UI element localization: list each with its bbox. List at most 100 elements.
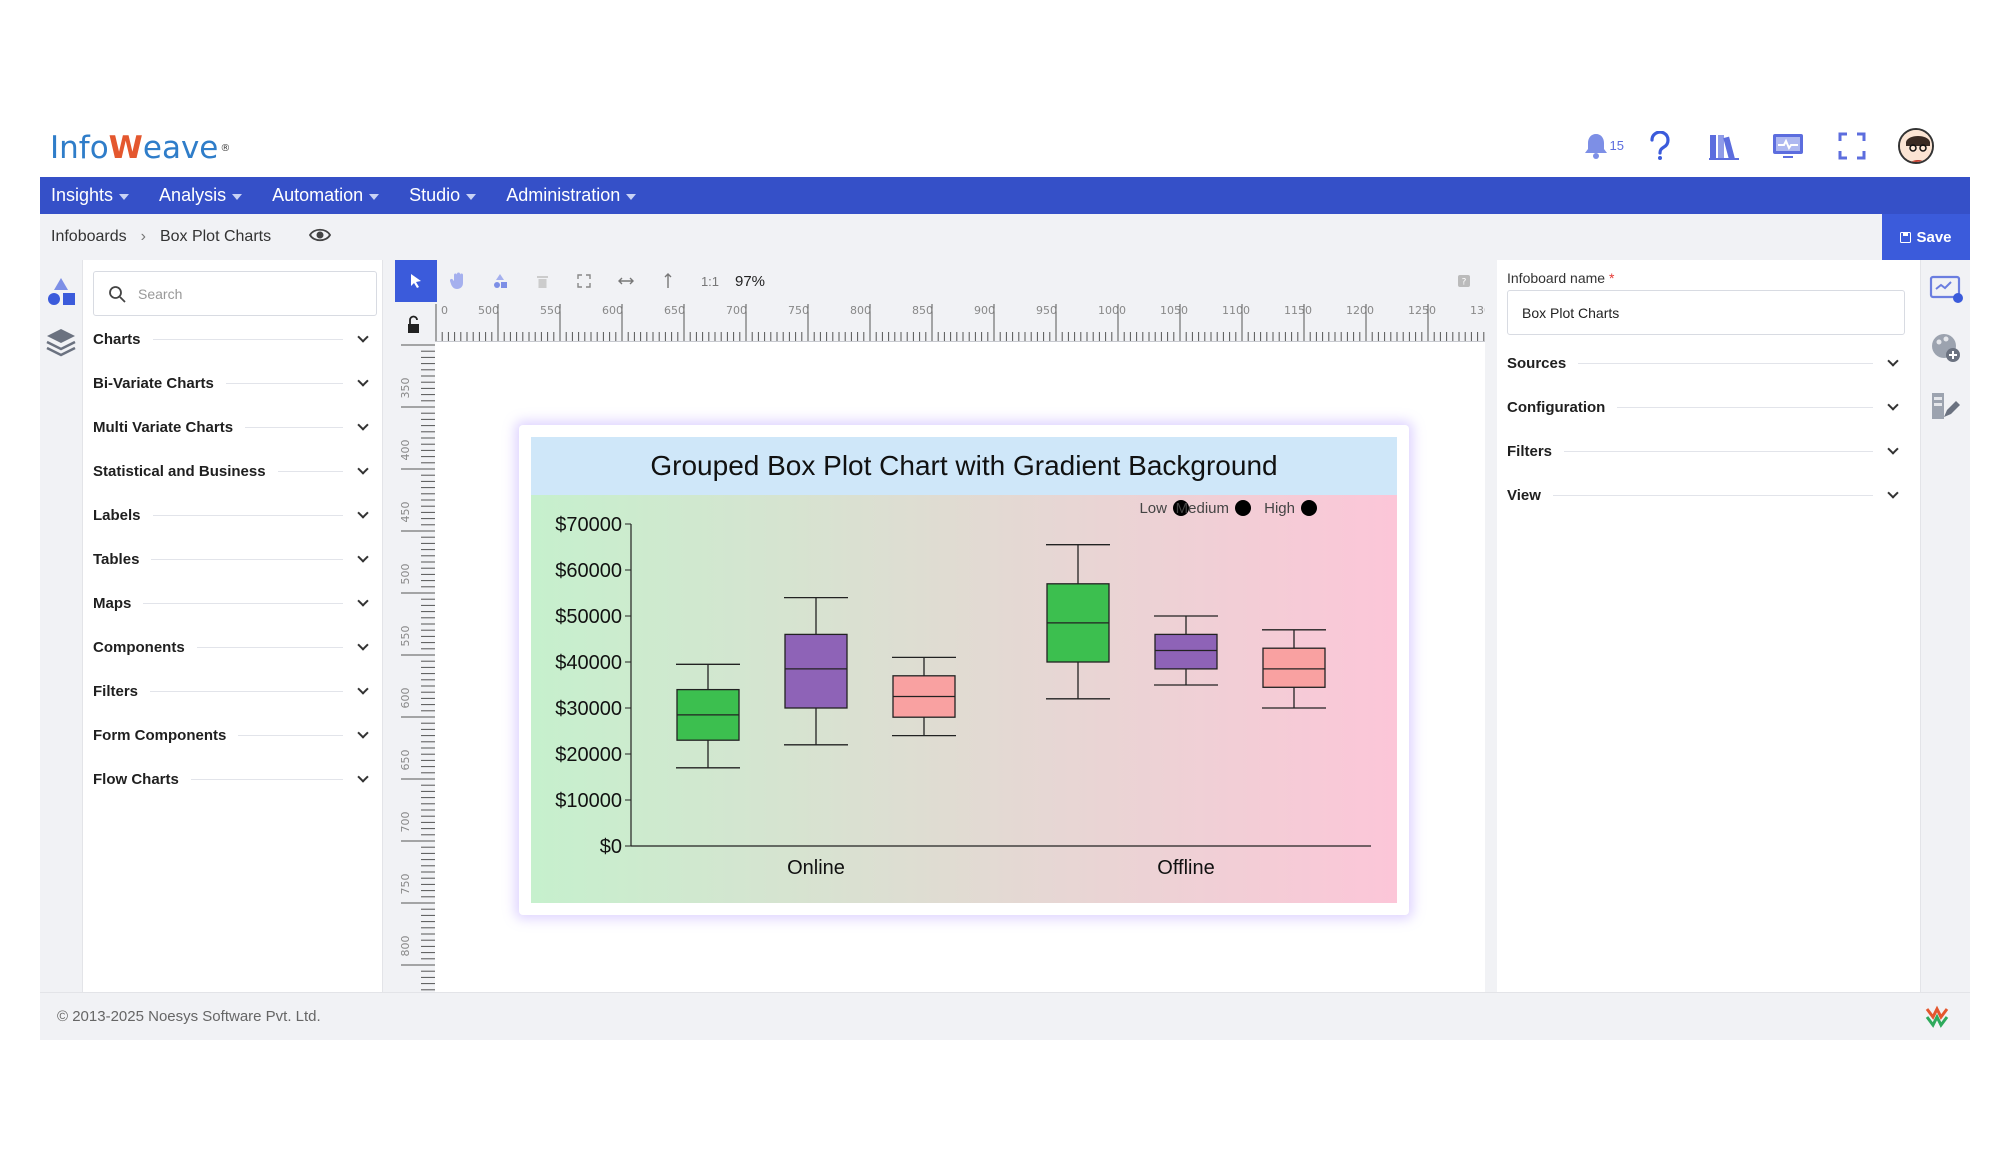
chart-title: Grouped Box Plot Chart with Gradient Bac… xyxy=(650,450,1277,481)
category-labels[interactable]: Labels xyxy=(93,500,375,530)
section-filters[interactable]: Filters xyxy=(1507,436,1905,466)
x-category-label: Offline xyxy=(1157,857,1214,879)
ruler-label: 700 xyxy=(726,304,747,317)
caret-down-icon xyxy=(626,194,637,200)
board-settings-icon[interactable] xyxy=(1928,272,1964,308)
footer: © 2013-2025 Noesys Software Pvt. Ltd. xyxy=(40,992,1970,1040)
right-splitter[interactable] xyxy=(1485,260,1497,992)
ruler-label: 700 xyxy=(399,812,412,833)
legend-label: Medium xyxy=(1176,500,1229,517)
chevron-right-icon: › xyxy=(140,228,146,245)
ruler-label: 650 xyxy=(664,304,685,317)
divider xyxy=(277,470,343,472)
delete-icon[interactable] xyxy=(521,260,563,302)
category-filters[interactable]: Filters xyxy=(93,676,375,706)
help-icon[interactable] xyxy=(1642,128,1678,164)
section-label: Filters xyxy=(1507,442,1553,460)
edit-data-icon[interactable] xyxy=(1928,388,1964,424)
category-charts[interactable]: Charts xyxy=(93,324,375,354)
menu-automation[interactable]: Automation xyxy=(272,185,391,206)
infoveave-logo[interactable]: Info Weave ® xyxy=(50,126,230,170)
section-sources[interactable]: Sources xyxy=(1507,348,1905,378)
save-icon xyxy=(1900,231,1912,243)
chevron-down-icon xyxy=(1887,399,1899,411)
menu-insights[interactable]: Insights xyxy=(51,185,141,206)
breadcrumb: Infoboards › Box Plot Charts Save xyxy=(40,214,1970,260)
canvas-toolbar: 1:1 97% ? xyxy=(395,260,1485,302)
eye-preview-icon[interactable] xyxy=(309,227,332,248)
caret-down-icon xyxy=(466,194,477,200)
legend-item-high[interactable]: High xyxy=(1264,500,1317,517)
divider xyxy=(152,514,343,516)
theme-palette-icon[interactable] xyxy=(1928,330,1964,366)
logo-text-end: eave xyxy=(142,130,219,166)
divider xyxy=(143,602,343,604)
chart-widget[interactable]: Grouped Box Plot Chart with Gradient Bac… xyxy=(519,425,1409,915)
y-tick-label: $10000 xyxy=(555,790,622,812)
ruler-label: 850 xyxy=(912,304,933,317)
divider xyxy=(1564,450,1873,452)
divider xyxy=(245,426,343,428)
fit-to-screen-icon[interactable] xyxy=(563,260,605,302)
infoboard-name-input[interactable]: Box Plot Charts xyxy=(1507,290,1905,335)
library-books-icon[interactable] xyxy=(1706,128,1742,164)
chevron-down-icon xyxy=(357,419,369,431)
box-iqr xyxy=(784,633,848,709)
fit-height-icon[interactable] xyxy=(647,260,689,302)
copyright-text: © 2013-2025 Noesys Software Pvt. Ltd. xyxy=(57,1008,321,1025)
box-plot-chart: Grouped Box Plot Chart with Gradient Bac… xyxy=(531,437,1397,903)
category-form-components[interactable]: Form Components xyxy=(93,720,375,750)
select-pointer-icon[interactable] xyxy=(395,260,437,302)
menu-administration[interactable]: Administration xyxy=(506,185,648,206)
category-statistical-and-business[interactable]: Statistical and Business xyxy=(93,456,375,486)
category-label: Bi-Variate Charts xyxy=(93,374,214,392)
lock-icon[interactable] xyxy=(395,302,435,342)
divider xyxy=(196,646,343,648)
category-flow-charts[interactable]: Flow Charts xyxy=(93,764,375,794)
section-view[interactable]: View xyxy=(1507,480,1905,510)
right-tool-rail xyxy=(1920,260,1970,992)
category-multi-variate-charts[interactable]: Multi Variate Charts xyxy=(93,412,375,442)
fullscreen-icon[interactable] xyxy=(1834,128,1870,164)
notification-bell-icon[interactable]: 15 xyxy=(1578,128,1624,164)
chevron-down-icon xyxy=(1887,487,1899,499)
category-components[interactable]: Components xyxy=(93,632,375,662)
help-small-icon[interactable]: ? xyxy=(1443,260,1485,302)
section-configuration[interactable]: Configuration xyxy=(1507,392,1905,422)
breadcrumb-infoboards[interactable]: Infoboards xyxy=(51,228,127,246)
layers-icon[interactable] xyxy=(43,324,79,360)
zoom-level: 97% xyxy=(735,272,766,290)
required-mark: * xyxy=(1608,270,1615,286)
caret-down-icon xyxy=(232,194,243,200)
legend-marker xyxy=(1301,500,1317,516)
legend-item-medium[interactable]: Medium xyxy=(1176,500,1251,517)
save-button[interactable]: Save xyxy=(1882,214,1970,260)
menu-studio[interactable]: Studio xyxy=(409,185,488,206)
actual-size-button[interactable]: 1:1 xyxy=(689,260,731,302)
ruler-label: 1250 xyxy=(1408,304,1436,317)
category-tables[interactable]: Tables xyxy=(93,544,375,574)
search-input[interactable]: Search xyxy=(93,271,377,316)
ruler-label: 450 xyxy=(399,502,412,523)
category-maps[interactable]: Maps xyxy=(93,588,375,618)
category-bi-variate-charts[interactable]: Bi-Variate Charts xyxy=(93,368,375,398)
fit-width-icon[interactable] xyxy=(605,260,647,302)
save-label: Save xyxy=(1916,228,1952,246)
menu-analysis[interactable]: Analysis xyxy=(159,185,254,206)
pan-hand-icon[interactable] xyxy=(437,260,479,302)
divider xyxy=(190,778,343,780)
menu-label: Insights xyxy=(51,185,114,205)
left-splitter[interactable] xyxy=(383,260,395,992)
logo-mark: W xyxy=(108,130,143,166)
divider xyxy=(150,690,343,692)
section-label: Configuration xyxy=(1507,398,1606,416)
ruler-label: 0 xyxy=(441,304,448,317)
main-menu-bar: Insights Analysis Automation Studio Admi… xyxy=(40,177,1970,214)
shapes-icon[interactable] xyxy=(43,274,79,310)
monitor-activity-icon[interactable] xyxy=(1770,128,1806,164)
shapes-tool-icon[interactable] xyxy=(479,260,521,302)
user-avatar[interactable] xyxy=(1898,128,1934,164)
horizontal-ruler: 0 500 550 600 650 700 750 800 850 900 950 1000 1050 1… xyxy=(435,302,1485,342)
search-placeholder: Search xyxy=(138,285,183,302)
y-tick-label: $60000 xyxy=(555,560,622,582)
